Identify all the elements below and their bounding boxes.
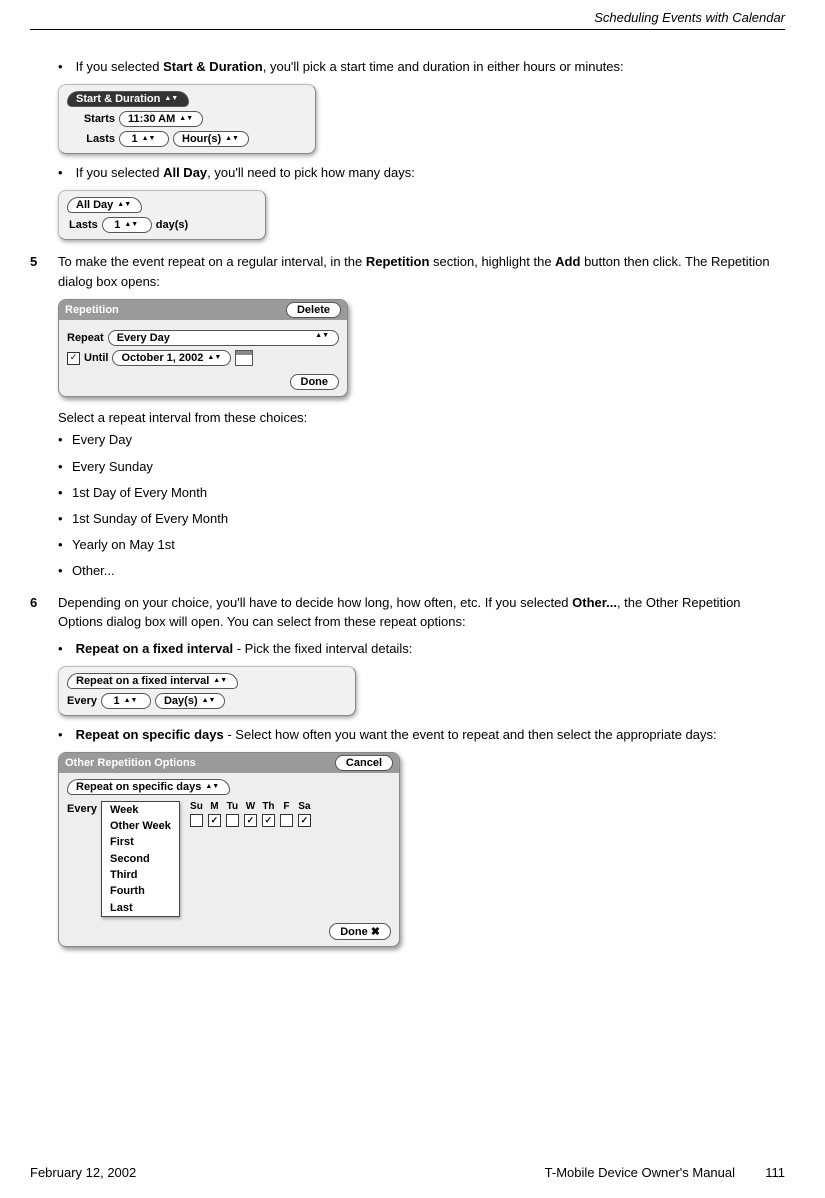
other-repetition-dialog: Other Repetition Options Cancel Repeat o… xyxy=(58,752,400,947)
step-6-number: 6 xyxy=(30,593,58,632)
cancel-button[interactable]: Cancel xyxy=(335,755,393,771)
footer-date: February 12, 2002 xyxy=(30,1165,136,1180)
page-footer: February 12, 2002 T-Mobile Device Owner'… xyxy=(30,1165,785,1180)
bullet-fixed-interval: • Repeat on a fixed interval - Pick the … xyxy=(58,640,785,658)
until-label: Until xyxy=(84,352,108,364)
start-duration-tab[interactable]: Start & Duration▲▼ xyxy=(67,91,189,107)
every-value-field[interactable]: 1▲▼ xyxy=(101,693,151,709)
bullet-start-duration: • If you selected Start & Duration, you'… xyxy=(58,58,785,76)
until-date-field[interactable]: October 1, 2002▲▼ xyxy=(112,350,231,366)
other-rep-title: Other Repetition Options xyxy=(65,757,196,769)
choice-first-sunday: 1st Sunday of Every Month xyxy=(72,511,228,526)
lasts-unit-field[interactable]: Hour(s)▲▼ xyxy=(173,131,249,147)
day-th-checkbox[interactable]: ✓ xyxy=(262,814,275,827)
day-w-checkbox[interactable]: ✓ xyxy=(244,814,257,827)
repeat-select[interactable]: Every Day▲▼ xyxy=(108,330,339,346)
bullet-specific-days: • Repeat on specific days - Select how o… xyxy=(58,726,785,744)
frequency-dropdown[interactable]: Week Other Week First Second Third Fourt… xyxy=(101,801,180,917)
delete-button[interactable]: Delete xyxy=(286,302,341,318)
allday-lasts-label: Lasts xyxy=(69,219,98,231)
all-day-widget: All Day▲▼ Lasts 1▲▼ day(s) xyxy=(58,190,266,240)
lasts-value-field[interactable]: 1▲▼ xyxy=(119,131,169,147)
until-checkbox[interactable]: ✓ xyxy=(67,352,80,365)
choice-every-day: Every Day xyxy=(72,432,132,447)
starts-label: Starts xyxy=(67,113,115,125)
footer-manual-title: T-Mobile Device Owner's Manual xyxy=(545,1165,735,1180)
calendar-icon[interactable] xyxy=(235,350,253,366)
step-6: 6 Depending on your choice, you'll have … xyxy=(30,593,785,632)
all-day-tab[interactable]: All Day▲▼ xyxy=(67,197,142,213)
choice-every-sunday: Every Sunday xyxy=(72,459,153,474)
step-5-number: 5 xyxy=(30,252,58,291)
day-sa-checkbox[interactable]: ✓ xyxy=(298,814,311,827)
chapter-title: Scheduling Events with Calendar xyxy=(594,10,785,25)
allday-unit: day(s) xyxy=(156,219,188,231)
repeat-label: Repeat xyxy=(67,332,104,344)
lasts-label: Lasts xyxy=(67,133,115,145)
repetition-dialog: Repetition Delete Repeat Every Day▲▼ ✓ U… xyxy=(58,299,348,397)
bullet-all-day: • If you selected All Day, you'll need t… xyxy=(58,164,785,182)
choice-yearly: Yearly on May 1st xyxy=(72,537,175,552)
fixed-interval-tab[interactable]: Repeat on a fixed interval▲▼ xyxy=(67,673,238,689)
day-su-checkbox[interactable] xyxy=(190,814,203,827)
day-m-checkbox[interactable]: ✓ xyxy=(208,814,221,827)
starts-field[interactable]: 11:30 AM▲▼ xyxy=(119,111,203,127)
step-5: 5 To make the event repeat on a regular … xyxy=(30,252,785,291)
every-label: Every xyxy=(67,695,97,707)
footer-page-number: 111 xyxy=(735,1165,785,1180)
day-checkboxes: Su M✓ Tu W✓ Th✓ F Sa✓ xyxy=(190,801,311,827)
page-header: Scheduling Events with Calendar xyxy=(30,10,785,30)
choice-first-day: 1st Day of Every Month xyxy=(72,485,207,500)
repetition-title: Repetition xyxy=(65,304,119,316)
done-button-2[interactable]: Done ✖ xyxy=(329,923,391,940)
every-unit-field[interactable]: Day(s)▲▼ xyxy=(155,693,225,709)
day-f-checkbox[interactable] xyxy=(280,814,293,827)
done-button[interactable]: Done xyxy=(290,374,340,390)
fixed-interval-widget: Repeat on a fixed interval▲▼ Every 1▲▼ D… xyxy=(58,666,356,716)
allday-lasts-field[interactable]: 1▲▼ xyxy=(102,217,152,233)
every-label-2: Every xyxy=(67,803,97,815)
repeat-choices-intro: Select a repeat interval from these choi… xyxy=(58,410,785,425)
specific-days-tab[interactable]: Repeat on specific days▲▼ xyxy=(67,779,230,795)
choice-other: Other... xyxy=(72,563,115,578)
start-duration-widget: Start & Duration▲▼ Starts 11:30 AM▲▼ Las… xyxy=(58,84,316,154)
day-tu-checkbox[interactable] xyxy=(226,814,239,827)
